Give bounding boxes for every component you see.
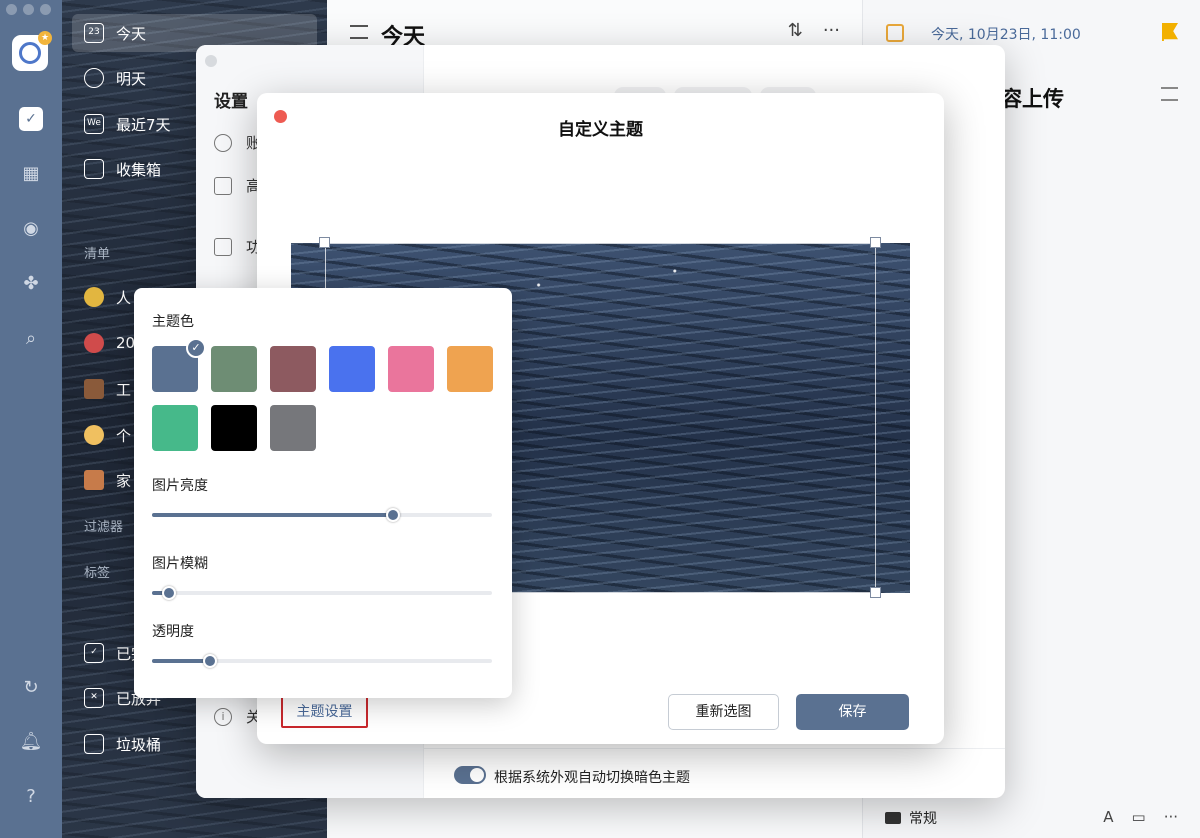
slider-knob[interactable] (202, 654, 217, 668)
opacity-slider[interactable] (152, 654, 492, 668)
list-item-label: 人 (116, 288, 132, 307)
reselect-image-button[interactable]: 重新选图 (668, 694, 779, 730)
color-swatch[interactable] (329, 346, 375, 392)
account-icon (214, 133, 232, 152)
more-icon[interactable]: ··· (1164, 808, 1178, 826)
opacity-label: 透明度 (152, 624, 194, 640)
detail-footer-toolbar: A ▭ ··· (1103, 808, 1178, 826)
slider-fill (152, 513, 394, 517)
save-button[interactable]: 保存 (796, 694, 909, 730)
list-selector-label: 常规 (909, 811, 937, 827)
list-item-label: 家 (116, 471, 132, 490)
settings-item-account[interactable]: 账 (214, 132, 261, 153)
menu-toggle-icon[interactable] (350, 25, 368, 39)
settings-item-features[interactable]: 功 (214, 236, 261, 257)
comment-icon[interactable]: ▭ (1132, 808, 1146, 826)
search-icon[interactable]: ⌕ (19, 327, 43, 351)
sunrise-icon (84, 68, 104, 88)
brightness-slider[interactable] (152, 508, 492, 522)
list-selector[interactable]: 常规 (885, 808, 937, 828)
list-format-icon[interactable] (1161, 87, 1178, 101)
color-swatch[interactable]: ✓ (152, 338, 206, 392)
auto-dark-label: 根据系统外观自动切换暗色主题 (494, 770, 690, 786)
info-icon: i (214, 707, 232, 726)
priority-flag-icon[interactable] (1162, 23, 1178, 41)
color-swatch[interactable] (211, 346, 257, 392)
task-checkbox[interactable] (886, 24, 904, 42)
filters-heading: 过滤器 (84, 520, 124, 535)
settings-item-about[interactable]: i 关 (214, 706, 261, 727)
sidebar-item-label: 垃圾桶 (116, 735, 162, 754)
brightness-label: 图片亮度 (152, 478, 208, 494)
calendar-icon[interactable]: ▦ (19, 162, 43, 186)
inbox-icon (84, 159, 104, 179)
window-zoom-dot[interactable] (40, 4, 51, 15)
target-emoji-icon (84, 333, 104, 353)
auto-dark-toggle[interactable] (454, 766, 486, 784)
settings-item-premium[interactable]: 高 (214, 175, 261, 196)
auto-dark-row: 根据系统外观自动切换暗色主题 (424, 748, 1005, 798)
icon-rail: ★ ✓ ▦ ◉ ✤ ⌕ ↻ 🔔︎ ? (0, 0, 62, 838)
sync-icon[interactable]: ↻ (19, 676, 43, 700)
dialog-title: 自定义主题 (558, 120, 643, 140)
color-swatch[interactable] (388, 346, 434, 392)
window-controls (6, 4, 51, 15)
list-item-label: 工 (116, 380, 132, 399)
color-swatch[interactable] (211, 405, 257, 451)
settings-close-dot[interactable] (205, 55, 217, 67)
task-title[interactable]: 容上传 (1001, 83, 1064, 113)
color-swatch[interactable] (270, 346, 316, 392)
crop-handle-top-right[interactable] (870, 237, 881, 248)
sidebar-item-label: 收集箱 (116, 160, 162, 179)
app-logo-icon[interactable]: ★ (12, 31, 52, 71)
trash-icon (84, 734, 104, 754)
sidebar-item-label: 最近7天 (116, 115, 171, 134)
sidebar-item-label: 明天 (116, 69, 147, 88)
theme-color-popover: 主题色 ✓ 图片亮度 图片模糊 透明度 (134, 288, 512, 698)
help-icon[interactable]: ? (19, 785, 43, 809)
slider-knob[interactable] (386, 508, 401, 522)
window-close-dot[interactable] (6, 4, 17, 15)
color-swatch[interactable] (447, 346, 493, 392)
sidebar-item-label: 今天 (116, 24, 147, 43)
theme-color-label: 主题色 (152, 314, 194, 330)
house-emoji-icon (84, 470, 104, 490)
main-toolbar: ⇅ ··· (788, 20, 840, 41)
checkbox-icon: ✓ (84, 643, 104, 663)
sort-icon[interactable]: ⇅ (788, 20, 803, 41)
week-calendar-icon: We (84, 114, 104, 134)
settings-title: 设置 (214, 92, 248, 112)
crop-handle-bottom-right[interactable] (870, 587, 881, 598)
selected-check-icon: ✓ (186, 338, 206, 358)
task-checkbox-icon[interactable]: ✓ (19, 107, 43, 131)
list-item-label: 个 (116, 426, 132, 445)
color-swatch[interactable] (152, 405, 198, 451)
focus-icon[interactable]: ◉ (19, 217, 43, 241)
tags-heading: 标签 (84, 566, 111, 581)
face-emoji-icon (84, 425, 104, 445)
lists-heading: 清单 (84, 247, 111, 262)
more-icon[interactable]: ··· (823, 20, 840, 41)
crown-icon (214, 176, 232, 195)
slider-knob[interactable] (162, 586, 176, 600)
slider-fill (152, 659, 210, 663)
grid-icon (214, 237, 232, 256)
blur-slider[interactable] (152, 586, 492, 600)
theme-settings-link[interactable]: 主题设置 (281, 696, 368, 728)
blur-label: 图片模糊 (152, 556, 208, 572)
color-swatch[interactable] (270, 405, 316, 451)
monitor-icon (885, 812, 901, 824)
x-box-icon: ✕ (84, 688, 104, 708)
text-format-icon[interactable]: A (1103, 808, 1113, 826)
shooting-star-emoji-icon (84, 287, 104, 307)
briefcase-emoji-icon (84, 379, 104, 399)
grid-apps-icon[interactable]: ✤ (19, 272, 43, 296)
list-item-label: 20 (116, 334, 136, 352)
due-date[interactable]: 今天, 10月23日, 11:00 (931, 24, 1081, 44)
bell-icon[interactable]: 🔔︎ (19, 730, 43, 754)
window-minimize-dot[interactable] (23, 4, 34, 15)
calendar-23-icon: 23 (84, 23, 104, 43)
crop-handle-top-left[interactable] (319, 237, 330, 248)
